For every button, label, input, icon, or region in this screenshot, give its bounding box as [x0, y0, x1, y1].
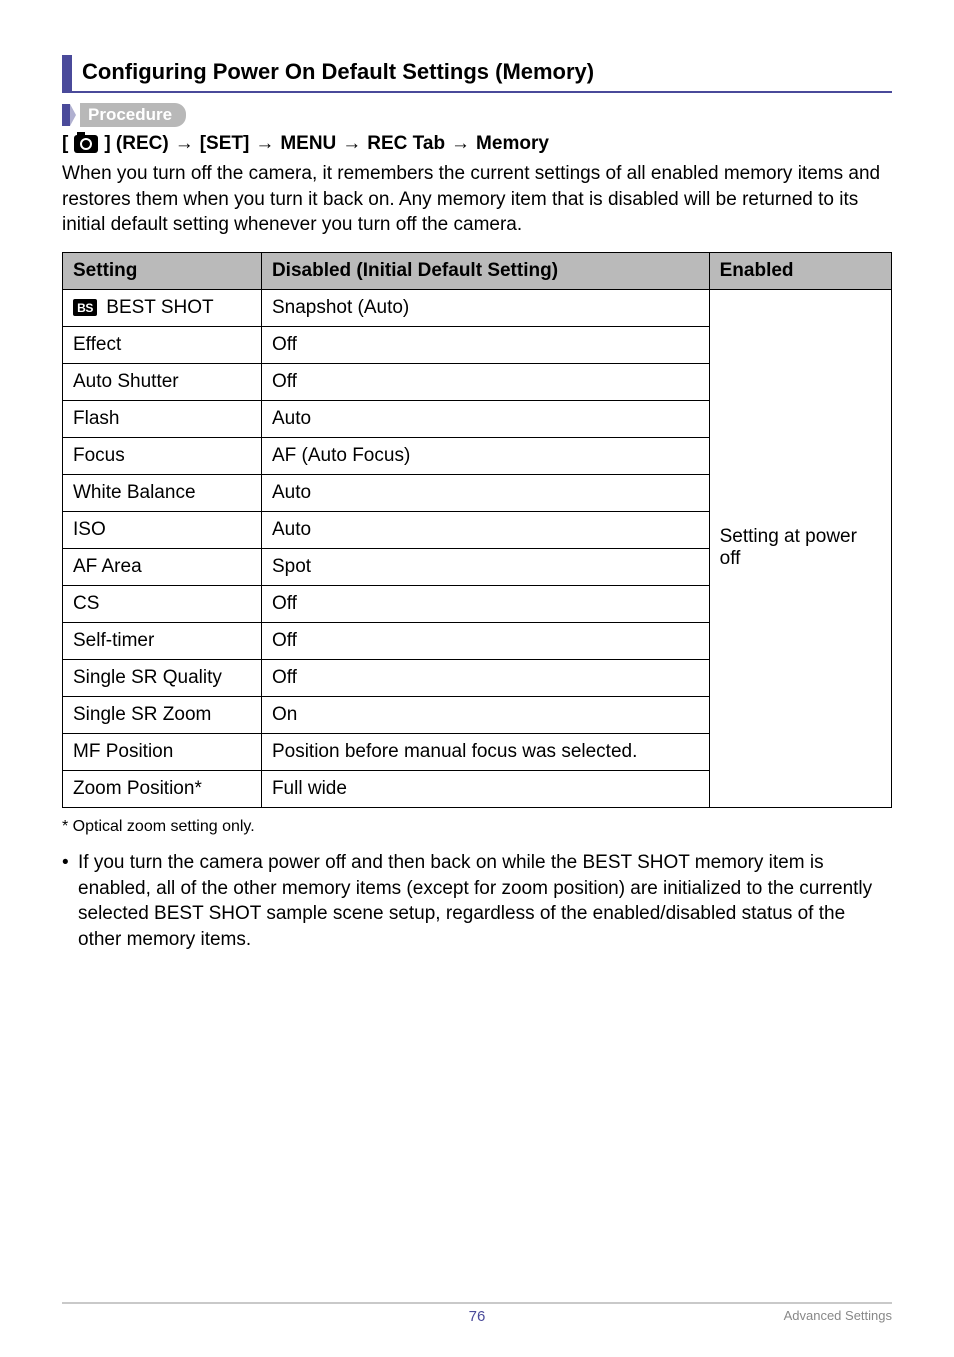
cell-setting: Flash — [63, 400, 262, 437]
cell-disabled: Off — [261, 622, 709, 659]
path-menu: MENU — [280, 133, 336, 155]
cell-disabled: Auto — [261, 400, 709, 437]
th-setting: Setting — [63, 252, 262, 289]
procedure-tick-icon — [62, 104, 70, 126]
bullet-note: • If you turn the camera power off and t… — [62, 850, 892, 953]
path-rectab: REC Tab — [367, 133, 445, 155]
cell-disabled: Snapshot (Auto) — [261, 289, 709, 326]
cell-disabled: Off — [261, 326, 709, 363]
cell-setting: Effect — [63, 326, 262, 363]
section-heading: Configuring Power On Default Settings (M… — [62, 55, 892, 93]
path-set: [SET] — [200, 133, 250, 155]
cell-setting: AF Area — [63, 548, 262, 585]
bullet-text: If you turn the camera power off and the… — [78, 850, 892, 953]
heading-accent-bar — [62, 55, 72, 91]
procedure-label: Procedure — [80, 103, 186, 127]
table-header-row: Setting Disabled (Initial Default Settin… — [63, 252, 892, 289]
intro-paragraph: When you turn off the camera, it remembe… — [62, 161, 892, 238]
camera-icon — [74, 135, 98, 153]
cell-setting: White Balance — [63, 474, 262, 511]
procedure-row: Procedure — [62, 103, 892, 127]
cell-disabled: Full wide — [261, 770, 709, 807]
path-bracket-open: [ — [62, 133, 68, 155]
arrow-icon: → — [255, 133, 274, 155]
cell-disabled: Position before manual focus was selecte… — [261, 733, 709, 770]
arrow-icon: → — [175, 133, 194, 155]
page-number: 76 — [469, 1308, 486, 1325]
path-rec: ] (REC) — [104, 133, 168, 155]
cell-setting: Single SR Zoom — [63, 696, 262, 733]
procedure-chevron-icon — [70, 104, 76, 126]
cell-setting: Focus — [63, 437, 262, 474]
cell-setting: Zoom Position* — [63, 770, 262, 807]
cell-setting: Auto Shutter — [63, 363, 262, 400]
table-row: BS BEST SHOT Snapshot (Auto) Setting at … — [63, 289, 892, 326]
cell-disabled: Off — [261, 363, 709, 400]
cell-disabled: Auto — [261, 511, 709, 548]
bs-icon: BS — [73, 299, 97, 316]
th-enabled: Enabled — [709, 252, 891, 289]
path-memory: Memory — [476, 133, 549, 155]
th-disabled: Disabled (Initial Default Setting) — [261, 252, 709, 289]
cell-setting: BS BEST SHOT — [63, 289, 262, 326]
arrow-icon: → — [451, 133, 470, 155]
cell-disabled: Spot — [261, 548, 709, 585]
cell-disabled: Off — [261, 585, 709, 622]
cell-disabled: On — [261, 696, 709, 733]
cell-setting: ISO — [63, 511, 262, 548]
navigation-path: [ ] (REC) → [SET] → MENU → REC Tab → Mem… — [62, 133, 892, 155]
cell-setting: Single SR Quality — [63, 659, 262, 696]
bullet-dot: • — [62, 850, 78, 953]
heading-text: Configuring Power On Default Settings (M… — [82, 55, 594, 91]
settings-table: Setting Disabled (Initial Default Settin… — [62, 252, 892, 808]
footnote: * Optical zoom setting only. — [62, 818, 892, 836]
arrow-icon: → — [342, 133, 361, 155]
cell-setting: MF Position — [63, 733, 262, 770]
page-footer: 76 Advanced Settings — [62, 1302, 892, 1325]
cell-disabled: Auto — [261, 474, 709, 511]
cell-disabled: AF (Auto Focus) — [261, 437, 709, 474]
cell-enabled: Setting at power off — [709, 289, 891, 807]
cell-setting: CS — [63, 585, 262, 622]
cell-disabled: Off — [261, 659, 709, 696]
cell-setting: Self-timer — [63, 622, 262, 659]
cell-setting-text: BEST SHOT — [106, 297, 213, 318]
footer-section: Advanced Settings — [784, 1308, 892, 1323]
